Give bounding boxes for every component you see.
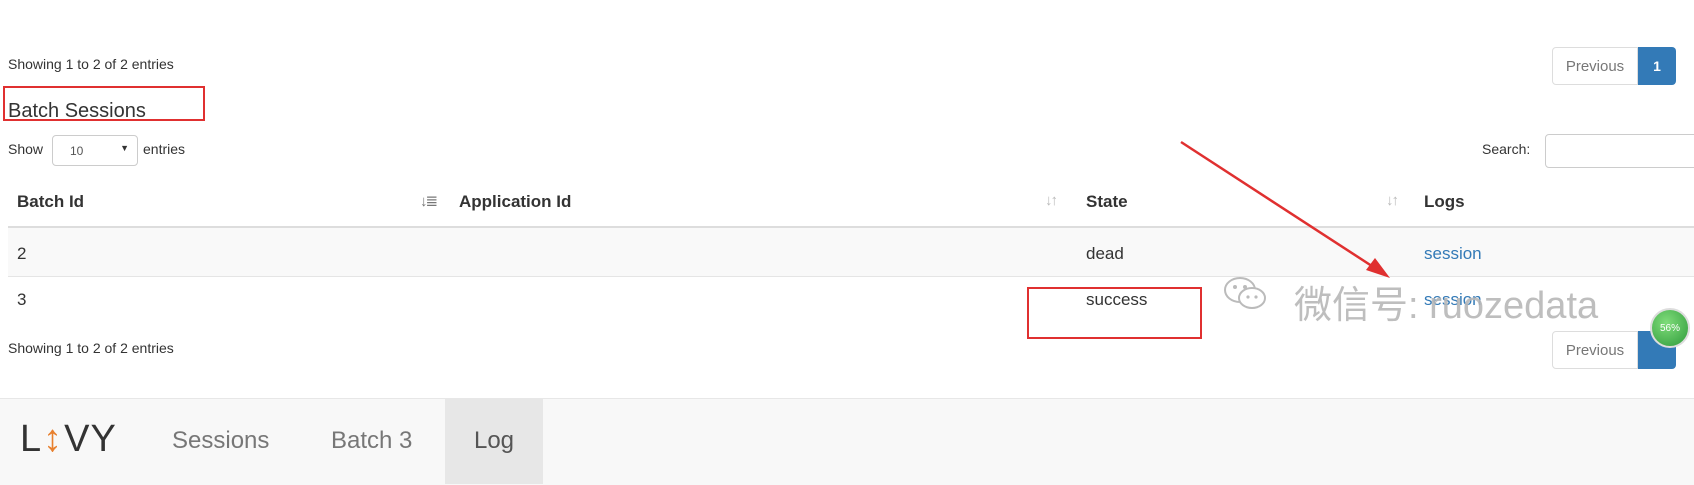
annotation-box-state — [1027, 287, 1202, 339]
watermark-text: 微信号: ruozedata — [1294, 285, 1599, 327]
header-batch-id[interactable]: Batch Id — [17, 192, 84, 212]
cell-batch-id: 3 — [17, 290, 27, 309]
cell-state: dead — [1086, 244, 1124, 263]
chevron-down-icon: ▼ — [120, 143, 129, 153]
wechat-icon — [1222, 270, 1268, 316]
section-title: Batch Sessions — [8, 100, 146, 122]
header-logs[interactable]: Logs — [1424, 192, 1465, 212]
page-length-value: 10 — [70, 144, 84, 158]
sort-asc-icon[interactable]: ↓≣ — [420, 192, 438, 210]
cell-batch-id: 2 — [17, 244, 27, 263]
search-input[interactable] — [1545, 134, 1694, 168]
entries-label: entries — [143, 141, 186, 157]
header-state[interactable]: State — [1086, 192, 1128, 212]
progress-badge[interactable]: 56% — [1650, 308, 1690, 348]
sort-both-icon[interactable]: ↓↑ — [1386, 192, 1399, 209]
previous-button[interactable]: Previous — [1552, 47, 1638, 85]
nav-sessions[interactable]: Sessions — [172, 398, 269, 484]
page-1-button[interactable]: 1 — [1638, 47, 1676, 85]
show-label: Show — [8, 141, 44, 157]
nav-batch-3[interactable]: Batch 3 — [331, 398, 412, 484]
sort-both-icon[interactable]: ↓↑ — [1045, 192, 1058, 209]
livy-logo[interactable]: L↕VY — [20, 418, 117, 461]
page-length-select[interactable]: 10 ▼ — [52, 135, 138, 166]
info-top: Showing 1 to 2 of 2 entries — [8, 56, 174, 72]
header-application-id[interactable]: Application Id — [459, 192, 571, 212]
info-bottom: Showing 1 to 2 of 2 entries — [8, 340, 174, 356]
previous-button[interactable]: Previous — [1552, 331, 1638, 369]
nav-log[interactable]: Log — [445, 398, 543, 484]
pagination-top: Previous 1 — [1552, 47, 1676, 85]
search-label: Search: — [1482, 141, 1531, 157]
session-log-link[interactable]: session — [1424, 244, 1482, 264]
